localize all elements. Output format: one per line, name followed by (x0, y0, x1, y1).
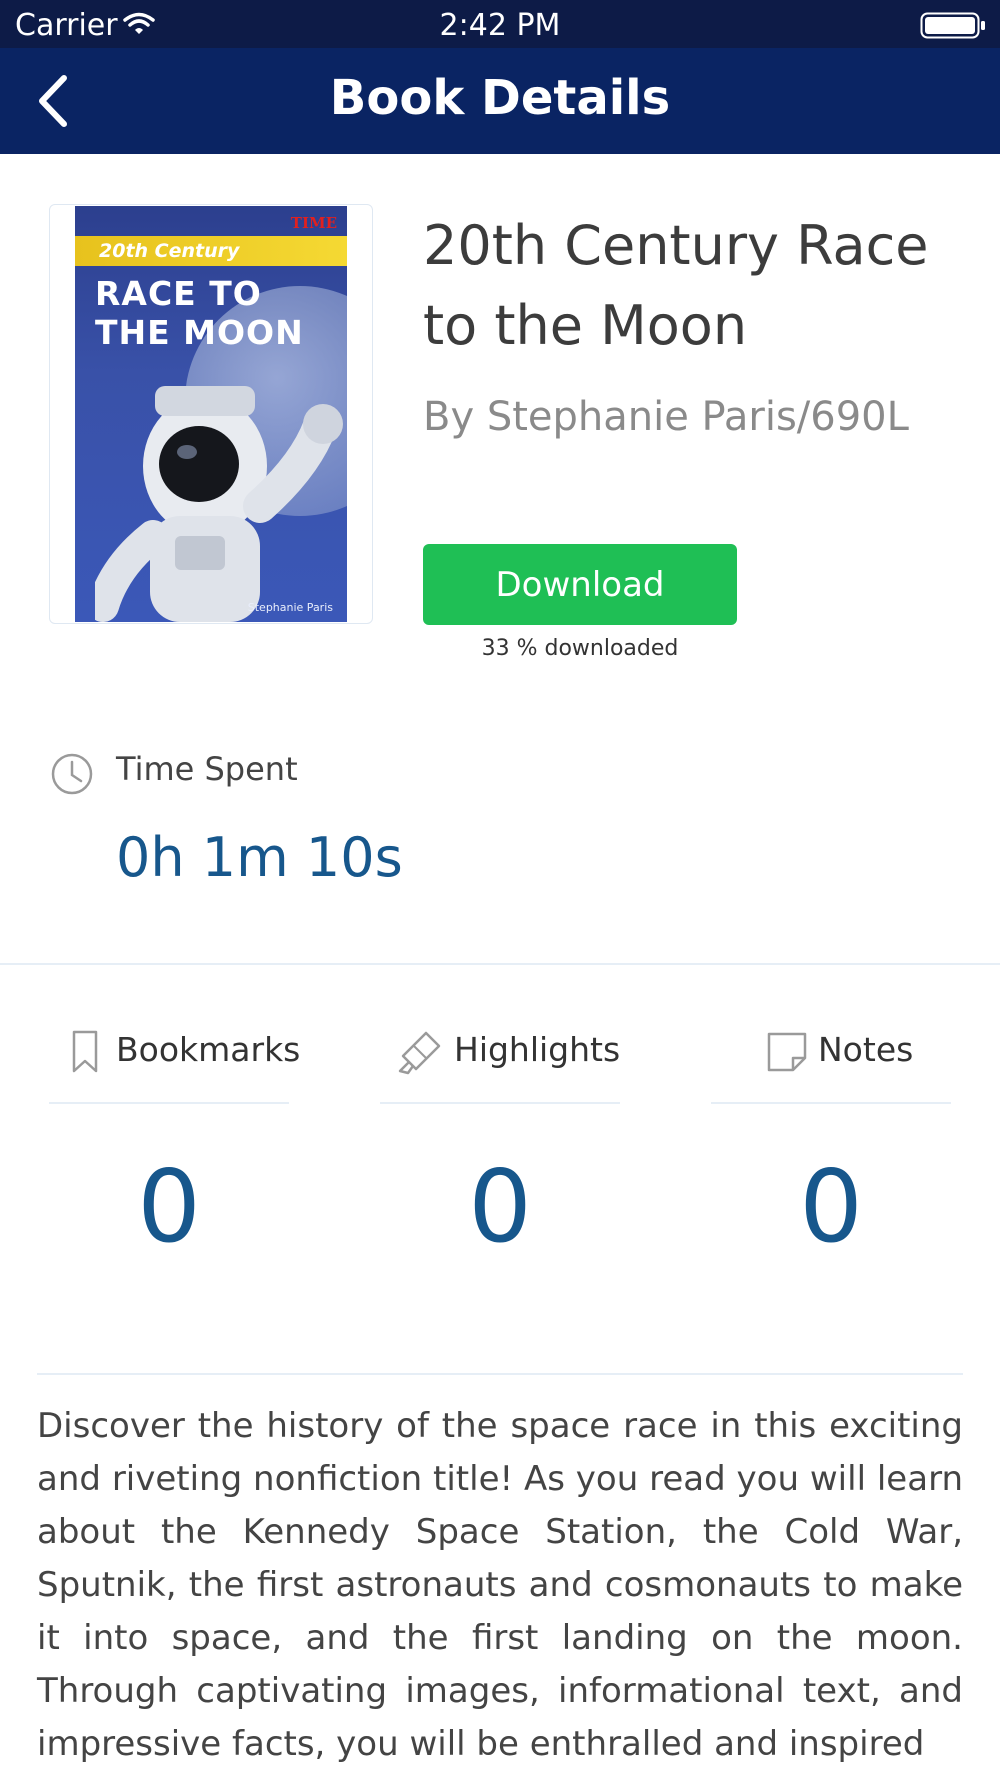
clock-icon (50, 752, 94, 800)
bookmarks-stat[interactable]: Bookmarks 0 (49, 1020, 300, 1265)
cover-author: Stephanie Paris (247, 601, 333, 614)
highlights-count: 0 (468, 1148, 532, 1265)
notes-header: Notes (711, 1020, 951, 1086)
time-spent-label: Time Spent (116, 750, 298, 788)
notes-count: 0 (799, 1148, 863, 1265)
book-cover-frame: TIME 20th Century RACE TO THE MOON Steph… (49, 204, 373, 624)
notes-stat[interactable]: Notes 0 (711, 1020, 951, 1265)
bookmarks-header: Bookmarks (49, 1020, 300, 1086)
book-author: By Stephanie Paris/690L (423, 394, 909, 440)
battery-icon (920, 12, 986, 44)
book-description: Discover the history of the space race i… (37, 1406, 963, 1764)
highlights-header: Highlights (380, 1020, 620, 1086)
cover-title: RACE TO THE MOON (95, 274, 304, 352)
section-divider (0, 963, 1000, 965)
bookmarks-label: Bookmarks (116, 1030, 301, 1069)
description-divider (37, 1373, 963, 1375)
highlights-label: Highlights (454, 1030, 621, 1069)
download-progress-text: 33 % downloaded (481, 636, 679, 661)
download-button[interactable]: Download (423, 544, 737, 625)
bookmarks-count: 0 (137, 1148, 201, 1265)
notes-underline (711, 1102, 951, 1104)
cover-brand: TIME (290, 214, 337, 232)
astronaut-illustration (95, 386, 343, 622)
time-spent-value: 0h 1m 10s (116, 826, 403, 889)
note-icon (767, 1032, 807, 1076)
navigation-bar: Book Details (0, 48, 1000, 154)
cover-series: 20th Century (99, 240, 240, 262)
notes-label: Notes (818, 1030, 914, 1069)
bookmark-icon (71, 1030, 99, 1078)
page-title: Book Details (329, 70, 671, 126)
status-time: 2:42 PM (439, 8, 561, 43)
highlights-underline (380, 1102, 620, 1104)
book-title: 20th Century Race to the Moon (423, 214, 929, 357)
status-bar: Carrier 2:42 PM (0, 0, 1000, 48)
bookmarks-underline (49, 1102, 289, 1104)
highlighter-icon (396, 1030, 442, 1080)
highlights-stat[interactable]: Highlights 0 (380, 1020, 620, 1265)
book-cover[interactable]: TIME 20th Century RACE TO THE MOON Steph… (75, 206, 347, 622)
